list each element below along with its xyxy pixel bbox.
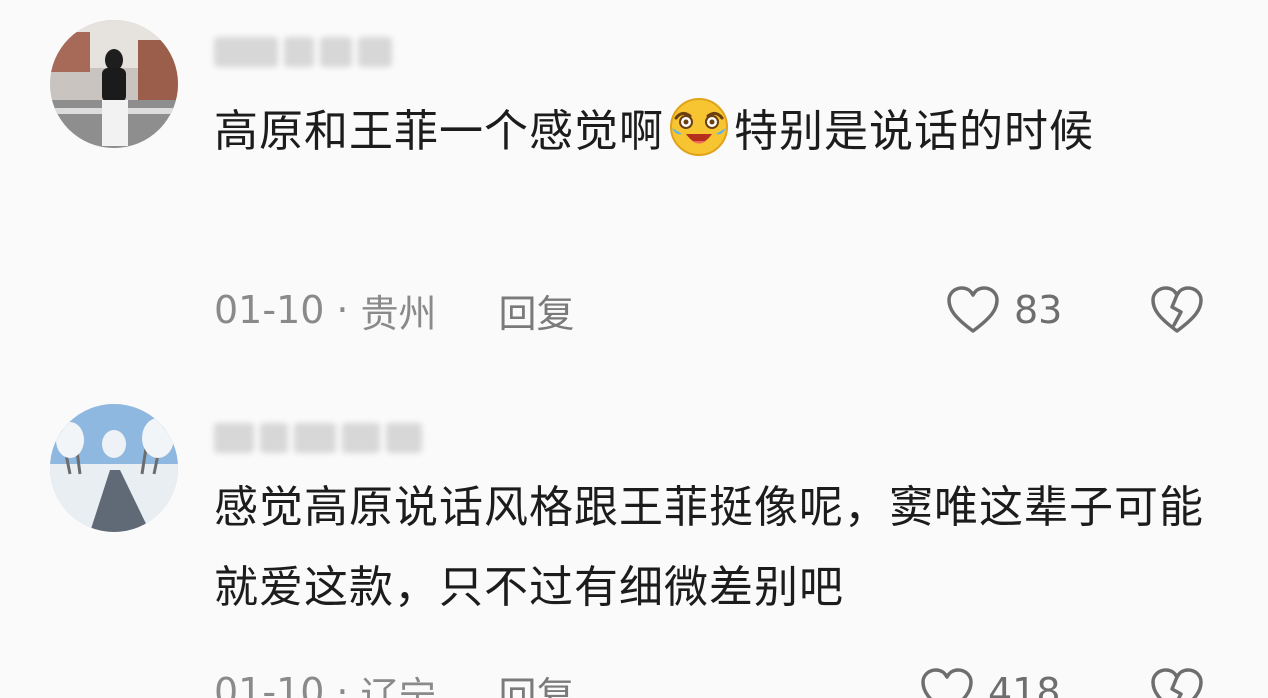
like-count: 418: [988, 670, 1061, 698]
avatar-image: [50, 404, 178, 532]
broken-heart-icon: [1151, 668, 1203, 698]
comment-text-part: 高原和王菲一个感觉啊: [214, 106, 664, 157]
user-avatar[interactable]: [50, 20, 178, 148]
heart-outline-icon: [921, 668, 973, 698]
avatar-image: [50, 20, 178, 148]
comment-date: 01-10: [214, 670, 325, 698]
like-button[interactable]: 83: [946, 280, 1062, 340]
comment-location: 辽宁: [360, 673, 437, 698]
meta-separator: ·: [336, 288, 349, 332]
comment-text: 感觉高原说话风格跟王菲挺像呢，窦唯这辈子可能就爱这款，只不过有细微差别吧: [214, 482, 1204, 613]
username[interactable]: [214, 30, 392, 74]
comment-item: 高原和王菲一个感觉啊 特别是说话的时候 01-10 · 贵州 回复 83: [0, 0, 1268, 360]
broken-heart-icon: [1151, 286, 1203, 333]
heart-outline-icon: [947, 286, 999, 333]
dislike-button[interactable]: [1150, 662, 1204, 698]
dislike-button[interactable]: [1150, 280, 1204, 340]
comment-item: 感觉高原说话风格跟王菲挺像呢，窦唯这辈子可能就爱这款，只不过有细微差别吧 01-…: [0, 380, 1268, 698]
comment-text-part: 特别是说话的时候: [734, 106, 1094, 157]
reply-button[interactable]: 回复: [499, 665, 575, 698]
username[interactable]: [214, 416, 422, 460]
comment-location: 贵州: [360, 291, 437, 336]
meta-separator: ·: [336, 670, 349, 698]
like-count: 83: [1014, 288, 1063, 332]
laughing-tears-emoji-icon: [666, 96, 732, 158]
comment-text: 高原和王菲一个感觉啊 特别是说话的时候: [214, 92, 1214, 172]
user-avatar[interactable]: [50, 404, 178, 532]
comment-meta: 01-10 · 贵州 回复: [214, 280, 575, 340]
comment-date: 01-10: [214, 288, 325, 332]
like-button[interactable]: 418: [920, 662, 1061, 698]
reply-button[interactable]: 回复: [499, 283, 575, 338]
comment-meta: 01-10 · 辽宁 回复: [214, 662, 575, 698]
comment-list: 高原和王菲一个感觉啊 特别是说话的时候 01-10 · 贵州 回复 83 感觉高…: [0, 0, 1268, 698]
